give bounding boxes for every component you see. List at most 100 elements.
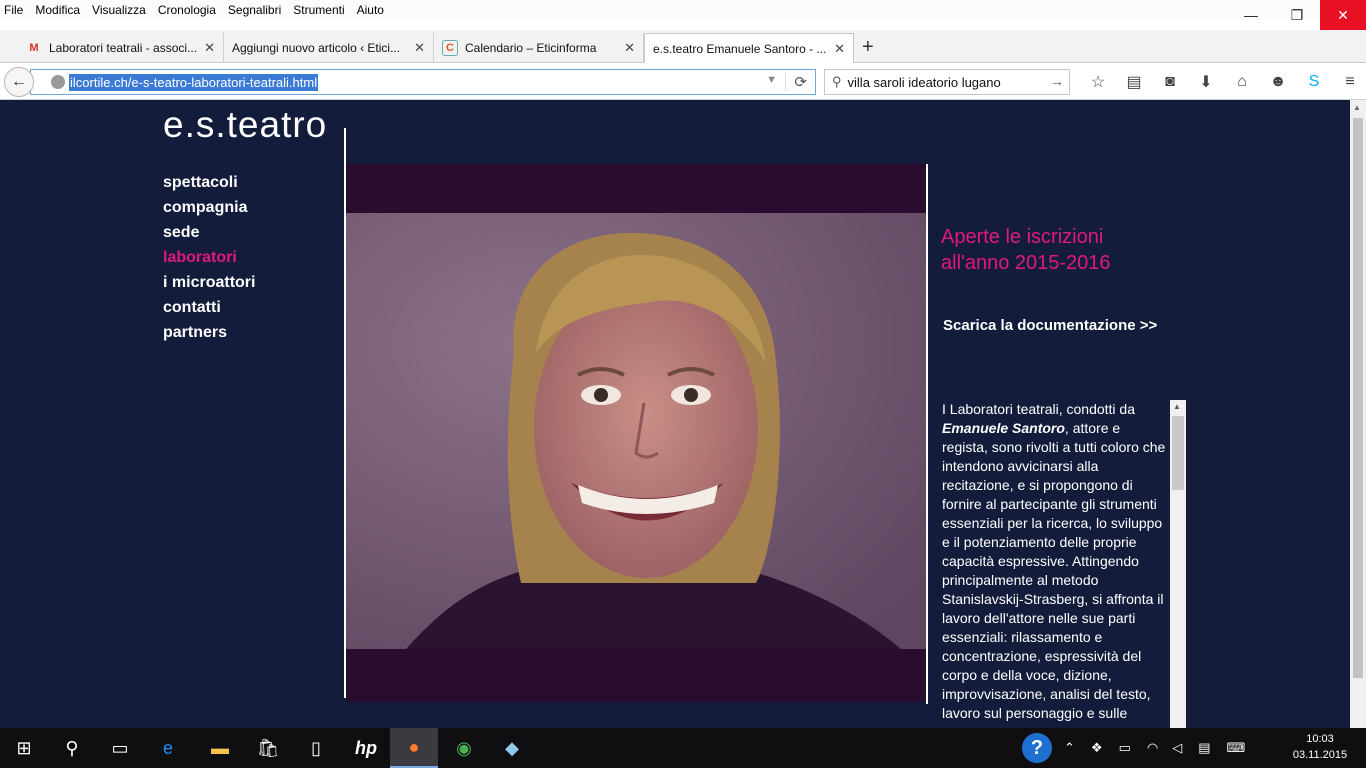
menu-strumenti[interactable]: Strumenti [293, 3, 344, 17]
clock-time: 10:03 [1306, 733, 1334, 745]
chevron-up-icon[interactable]: ⌃ [1064, 740, 1075, 756]
portrait-photo [346, 213, 926, 649]
page-scroll-thumb[interactable] [1353, 118, 1363, 678]
calendar-icon: C [442, 40, 458, 56]
keyboard-icon[interactable]: ⌨ [1227, 740, 1246, 756]
search-icon[interactable]: ⚲ [48, 728, 96, 768]
tab-title: e.s.teatro Emanuele Santoro - ... [653, 41, 827, 56]
photo-frame [346, 164, 926, 702]
description-textbox[interactable]: I Laboratori teatrali, condotti da Emanu… [938, 400, 1186, 728]
nav-microattori[interactable]: i microattori [163, 270, 255, 295]
nav-partners[interactable]: partners [163, 320, 255, 345]
scroll-up-icon[interactable]: ▲ [1173, 402, 1181, 411]
enrollment-headline: Aperte le iscrizioni all'anno 2015-2016 [941, 224, 1111, 276]
tab-title: Laboratori teatrali - associ... [49, 41, 198, 55]
site-nav: spettacoli compagnia sede laboratori i m… [163, 170, 255, 345]
page-scrollbar[interactable]: ▲ [1350, 100, 1366, 728]
tab-laboratori[interactable]: M Laboratori teatrali - associ... ✕ [18, 33, 224, 63]
back-button[interactable]: ← [4, 67, 34, 97]
url-text[interactable]: ilcortile.ch/e-s-teatro-laboratori-teatr… [69, 73, 319, 91]
scroll-up-icon[interactable]: ▲ [1353, 103, 1361, 112]
new-tab-button[interactable]: + [862, 36, 874, 59]
notifications-icon[interactable]: ▤ [1198, 740, 1210, 756]
download-documentation-link[interactable]: Scarica la documentazione >> [943, 317, 1157, 334]
window-controls: — ❐ ✕ [1228, 0, 1366, 30]
search-input[interactable]: villa saroli ideatorio lugano [848, 75, 1001, 90]
description-rest: , attore e regista, sono rivolti a tutti… [942, 420, 1166, 721]
close-tab-icon[interactable]: ✕ [834, 41, 845, 57]
file-explorer-icon[interactable]: ▬ [196, 728, 244, 768]
menu-bar: File Modifica Visualizza Cronologia Segn… [0, 0, 1366, 20]
tab-calendario[interactable]: C Calendario – Eticinforma ✕ [434, 33, 644, 63]
toolbar-icons: ☆ ▤ ◙ ⬇ ⌂ ☻ S ≡ [1080, 69, 1366, 95]
taskbar: ⊞ ⚲ ▭ e ▬ 🛍 ▯ hp ● ◉ ◆ ? ⌃ ❖ ▭ ◠ ◁ ▤ ⌨ 1… [0, 728, 1366, 768]
star-icon[interactable]: ☆ [1080, 69, 1116, 95]
tab-esteatro[interactable]: e.s.teatro Emanuele Santoro - ... ✕ [644, 33, 854, 63]
pocket-icon[interactable]: ◙ [1152, 69, 1188, 95]
headline-line: Aperte le iscrizioni [941, 226, 1104, 248]
close-window-button[interactable]: ✕ [1320, 0, 1366, 30]
nav-laboratori[interactable]: laboratori [163, 245, 255, 270]
menu-icon[interactable]: ≡ [1332, 69, 1366, 95]
arrow-left-icon: ← [11, 73, 27, 90]
clock[interactable]: 10:03 03.11.2015 [1292, 731, 1348, 763]
description-intro: I Laboratori teatrali, condotti da [942, 401, 1136, 417]
skype-icon[interactable]: S [1296, 69, 1332, 95]
windows-start-icon[interactable]: ⊞ [0, 728, 48, 768]
search-go-icon[interactable]: → [1050, 73, 1064, 89]
store-icon[interactable]: 🛍 [244, 728, 292, 768]
document-icon[interactable]: ▯ [292, 728, 340, 768]
chat-icon[interactable]: ☻ [1260, 69, 1296, 95]
system-tray: ? ⌃ ❖ ▭ ◠ ◁ ▤ ⌨ [1022, 728, 1245, 768]
search-bar[interactable]: ⚲ villa saroli ideatorio lugano → [824, 69, 1070, 95]
search-icon: ⚲ [832, 74, 842, 89]
nav-contatti[interactable]: contatti [163, 295, 255, 320]
chrome-icon[interactable]: ◉ [440, 728, 488, 768]
divider-line [926, 164, 928, 704]
tab-title: Aggiungi nuovo articolo ‹ Etici... [232, 41, 401, 55]
home-icon[interactable]: ⌂ [1224, 69, 1260, 95]
close-tab-icon[interactable]: ✕ [414, 40, 425, 56]
textbox-scrollbar[interactable]: ▲ [1170, 400, 1186, 728]
menu-cronologia[interactable]: Cronologia [158, 3, 216, 17]
tab-aggiungi-articolo[interactable]: Aggiungi nuovo articolo ‹ Etici... ✕ [224, 33, 434, 63]
navigation-bar: ilcortile.ch/e-s-teatro-laboratori-teatr… [0, 64, 1366, 100]
close-tab-icon[interactable]: ✕ [204, 40, 215, 56]
reading-list-icon[interactable]: ▤ [1116, 69, 1152, 95]
dropbox-icon[interactable]: ❖ [1091, 740, 1103, 756]
close-tab-icon[interactable]: ✕ [624, 40, 635, 56]
tab-title: Calendario – Eticinforma [465, 41, 597, 55]
chevron-down-icon[interactable]: ▼ [766, 74, 777, 86]
battery-icon[interactable]: ▭ [1119, 740, 1131, 756]
hp-icon[interactable]: hp [342, 728, 390, 768]
gmail-icon: M [29, 42, 39, 54]
download-icon[interactable]: ⬇ [1188, 69, 1224, 95]
volume-icon[interactable]: ◁ [1172, 740, 1182, 756]
clock-date: 03.11.2015 [1292, 749, 1348, 761]
menu-file[interactable]: File [4, 3, 23, 17]
page-viewport: e.s.teatro spettacoli compagnia sede lab… [0, 100, 1350, 728]
menu-aiuto[interactable]: Aiuto [357, 3, 384, 17]
site-logo[interactable]: e.s.teatro [163, 104, 327, 146]
tab-bar: M Laboratori teatrali - associ... ✕ Aggi… [0, 30, 1366, 63]
director-name: Emanuele Santoro [942, 420, 1065, 436]
task-view-icon[interactable]: ▭ [96, 728, 144, 768]
app-icon[interactable]: ◆ [488, 728, 536, 768]
menu-visualizza[interactable]: Visualizza [92, 3, 146, 17]
maximize-button[interactable]: ❐ [1274, 0, 1320, 30]
nav-compagnia[interactable]: compagnia [163, 195, 255, 220]
url-bar[interactable]: ilcortile.ch/e-s-teatro-laboratori-teatr… [30, 69, 816, 95]
minimize-button[interactable]: — [1228, 0, 1274, 30]
textbox-scroll-thumb[interactable] [1172, 416, 1184, 490]
nav-spettacoli[interactable]: spettacoli [163, 170, 255, 195]
menu-segnalibri[interactable]: Segnalibri [228, 3, 281, 17]
reload-icon[interactable]: ⟳ [785, 73, 807, 91]
menu-modifica[interactable]: Modifica [35, 3, 80, 17]
nav-sede[interactable]: sede [163, 220, 255, 245]
edge-icon[interactable]: e [144, 728, 192, 768]
help-icon[interactable]: ? [1022, 733, 1052, 763]
globe-icon [51, 75, 65, 89]
firefox-icon[interactable]: ● [390, 728, 438, 768]
description-text: I Laboratori teatrali, condotti da Emanu… [942, 400, 1168, 723]
wifi-icon[interactable]: ◠ [1147, 740, 1158, 756]
